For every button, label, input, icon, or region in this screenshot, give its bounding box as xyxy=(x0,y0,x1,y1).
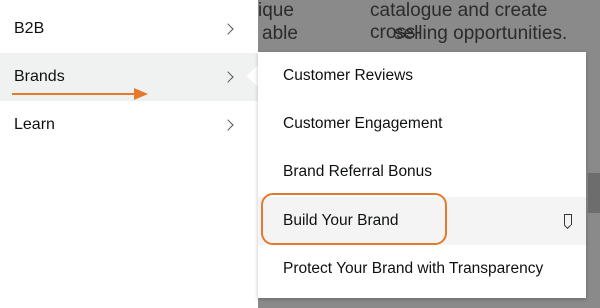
submenu-item-brand-referral-bonus[interactable]: Brand Referral Bonus xyxy=(258,148,586,196)
left-menu: B2B Brands Learn xyxy=(0,0,258,308)
bookmark-icon[interactable] xyxy=(564,214,572,225)
brands-submenu: Customer Reviews Customer Engagement Bra… xyxy=(258,52,586,298)
background-text: ique xyxy=(258,0,294,21)
submenu-item-customer-engagement[interactable]: Customer Engagement xyxy=(258,100,586,148)
highlight-callout xyxy=(261,193,447,245)
menu-item-learn[interactable]: Learn xyxy=(0,101,258,149)
submenu-item-customer-reviews[interactable]: Customer Reviews xyxy=(258,52,586,100)
submenu-item-label: Brand Referral Bonus xyxy=(283,163,433,180)
submenu-item-label: Customer Reviews xyxy=(283,67,414,84)
background-mark xyxy=(588,173,600,213)
annotation-arrow xyxy=(12,93,136,95)
menu-item-b2b[interactable]: B2B xyxy=(0,5,258,53)
background-text: selling opportunities. xyxy=(394,23,568,44)
submenu-item-protect-your-brand[interactable]: Protect Your Brand with Transparency xyxy=(258,245,586,293)
submenu-item-label: Customer Engagement xyxy=(283,115,443,132)
submenu-item-label: Protect Your Brand with Transparency xyxy=(283,260,544,277)
background-text: able xyxy=(262,23,298,44)
annotation-arrow-head xyxy=(134,88,148,100)
